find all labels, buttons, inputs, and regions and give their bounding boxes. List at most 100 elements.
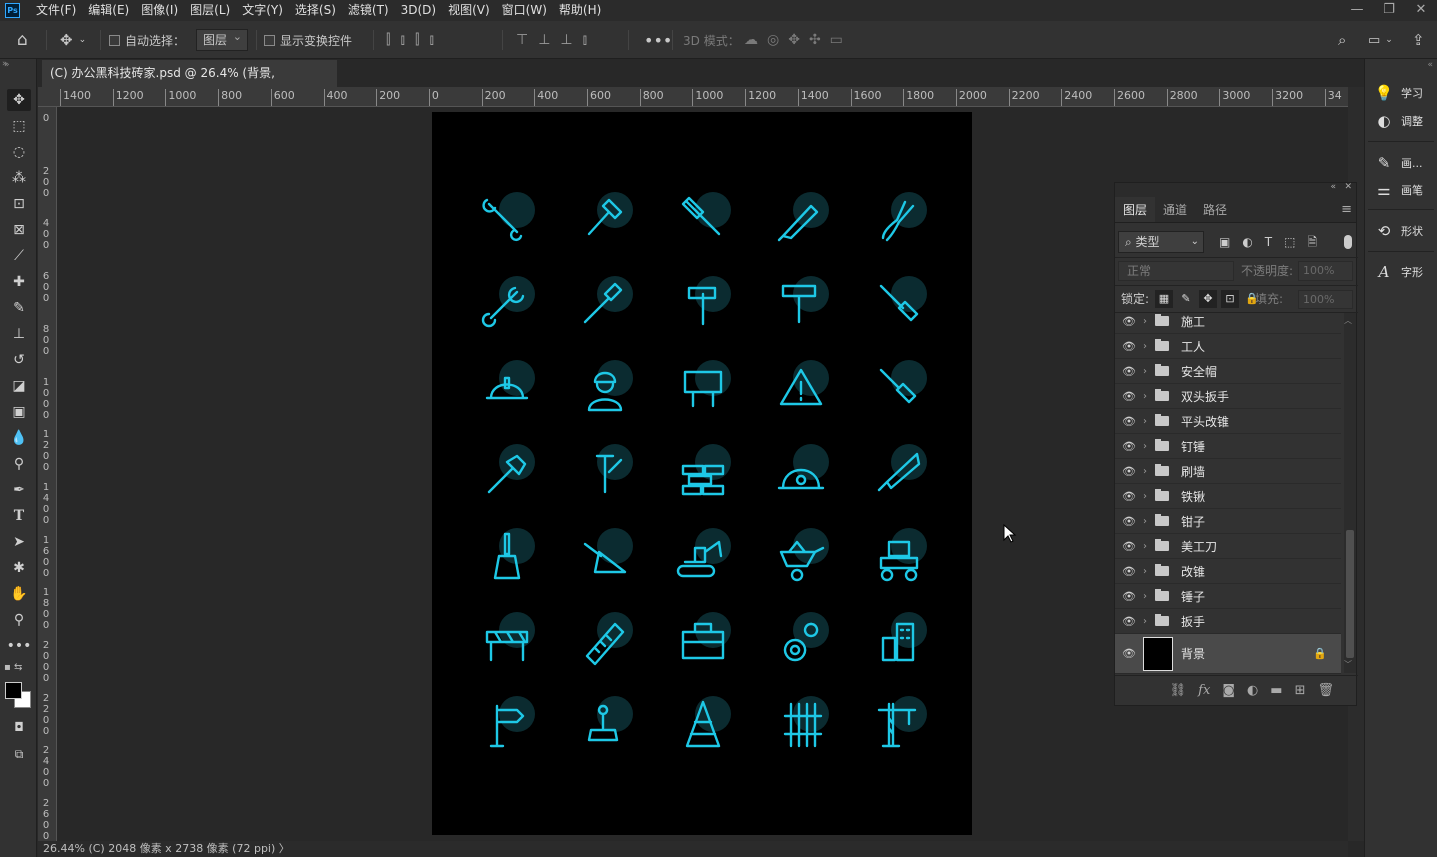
blur-tool-icon[interactable]: 💧 [7,427,31,449]
menu-item[interactable]: 编辑(E) [82,0,135,21]
expand-chevron-icon[interactable]: › [1143,391,1155,402]
filter-toggle[interactable] [1344,235,1352,249]
visibility-eye-icon[interactable]: 👁 [1115,647,1143,660]
adjustment-layer-icon[interactable]: ◐ [1247,683,1258,698]
home-icon[interactable]: ⌂ [17,21,28,59]
close-icon[interactable]: ✕ [1405,0,1437,21]
tab-channels[interactable]: 通道 [1155,197,1195,222]
dock-brushes[interactable]: ⚌ 画笔 [1373,176,1423,204]
3d-mode-icons[interactable]: ☁◎✥✣▭ [744,21,852,59]
menu-item[interactable]: 文字(Y) [236,0,289,21]
gradient-tool-icon[interactable]: ▣ [7,401,31,423]
menu-item[interactable]: 视图(V) [442,0,496,21]
expand-chevron-icon[interactable]: › [1143,616,1155,627]
distribute-buttons[interactable]: ⊤⊥⊥⫾ [516,21,597,59]
visibility-eye-icon[interactable]: 👁 [1115,315,1143,328]
fx-icon[interactable]: fx [1198,683,1210,698]
eraser-icon[interactable]: ◪ [7,375,31,397]
opacity-field[interactable]: 100% [1298,261,1353,281]
stamp-tool-icon[interactable]: ⊥ [7,323,31,345]
toolbar-expand-icon[interactable]: » [2,59,8,69]
more-options-icon[interactable]: ••• [644,21,672,59]
layer-row[interactable]: 👁 › 钳子 [1115,509,1341,534]
foreground-color[interactable] [5,682,22,699]
visibility-eye-icon[interactable]: 👁 [1115,390,1143,403]
lock-position-icon[interactable]: ✥ [1199,290,1217,308]
menu-item[interactable]: 滤镜(T) [342,0,395,21]
menu-item[interactable]: 帮助(H) [553,0,607,21]
new-group-icon[interactable]: ▬ [1270,683,1282,698]
dodge-tool-icon[interactable]: ⚲ [7,453,31,475]
dock-glyphs[interactable]: A 字形 [1373,258,1423,286]
path-select-icon[interactable]: ➤ [7,531,31,553]
search-icon[interactable]: ⌕ [1338,21,1346,59]
shape-tool-icon[interactable]: ✱ [7,557,31,579]
layer-row[interactable]: 👁 › 锤子 [1115,584,1341,609]
layer-row[interactable]: 👁 › 工人 [1115,334,1341,359]
type-tool-icon[interactable]: T [7,505,31,527]
menu-item[interactable]: 图像(I) [135,0,184,21]
layer-row[interactable]: 👁 › 改锥 [1115,559,1341,584]
layer-filter-dropdown[interactable]: ⌕ 类型 ⌄ [1118,231,1204,253]
layer-row[interactable]: 👁 › 铁锹 [1115,484,1341,509]
visibility-eye-icon[interactable]: 👁 [1115,490,1143,503]
layer-row[interactable]: 👁 › 安全帽 [1115,359,1341,384]
expand-chevron-icon[interactable]: › [1143,341,1155,352]
minimize-icon[interactable]: — [1341,0,1373,21]
filter-kind-icons[interactable]: ▣◐T⬚🗎 [1219,231,1329,253]
add-mask-icon[interactable]: ◙ [1222,683,1235,698]
history-brush-icon[interactable]: ↺ [7,349,31,371]
lock-paint-icon[interactable]: ✎ [1177,290,1195,308]
visibility-eye-icon[interactable]: 👁 [1115,415,1143,428]
new-layer-icon[interactable]: ⊞ [1295,683,1306,698]
restore-icon[interactable]: ❐ [1373,0,1405,21]
delete-layer-icon[interactable]: 🗑 [1317,683,1334,698]
screen-mode-icon[interactable]: ⧉ [7,743,31,765]
dock-brush-settings[interactable]: ✎ 画... [1373,149,1423,177]
visibility-eye-icon[interactable]: 👁 [1115,365,1143,378]
visibility-eye-icon[interactable]: 👁 [1115,565,1143,578]
marquee-tool-icon[interactable]: ⬚ [7,115,31,137]
dock-adjustments[interactable]: ◐ 调整 [1373,107,1423,135]
panel-collapse-icon[interactable]: « [1330,182,1336,192]
lock-transparent-icon[interactable]: ▦ [1155,290,1173,308]
menu-item[interactable]: 3D(D) [395,0,442,21]
visibility-eye-icon[interactable]: 👁 [1115,615,1143,628]
visibility-eye-icon[interactable]: 👁 [1115,590,1143,603]
expand-chevron-icon[interactable]: › [1143,441,1155,452]
expand-chevron-icon[interactable]: › [1143,591,1155,602]
dock-learn[interactable]: 💡 学习 [1373,79,1423,107]
panel-close-icon[interactable]: ✕ [1344,182,1352,192]
menu-item[interactable]: 窗口(W) [496,0,553,21]
lock-artboard-icon[interactable]: ⊡ [1221,290,1239,308]
layer-row[interactable]: 👁 › 平头改锥 [1115,409,1341,434]
show-transform-checkbox[interactable]: 显示变换控件 [264,21,352,59]
brush-tool-icon[interactable]: ✎ [7,297,31,319]
magic-wand-icon[interactable]: ⁂ [7,167,31,189]
workspace-icon[interactable]: ▭ ⌄ [1368,21,1393,59]
default-colors-icon[interactable]: ▪ ⇆ [4,662,22,673]
eyedropper-icon[interactable]: ⟋ [7,245,31,267]
visibility-eye-icon[interactable]: 👁 [1115,465,1143,478]
layer-row[interactable]: 👁 › 双头扳手 [1115,384,1341,409]
dock-shapes[interactable]: ⟲ 形状 [1373,217,1423,245]
layer-row[interactable]: 👁 › 施工 [1115,309,1341,334]
visibility-eye-icon[interactable]: 👁 [1115,515,1143,528]
lock-buttons[interactable]: ▦ ✎ ✥ ⊡ 🔒 [1155,290,1261,308]
dock-collapse-icon[interactable]: « [1427,60,1433,70]
layer-row[interactable]: 👁 › 扳手 [1115,609,1341,634]
document-canvas[interactable] [432,112,972,835]
expand-chevron-icon[interactable]: › [1143,566,1155,577]
share-icon[interactable]: ⇪ [1412,21,1425,59]
auto-select-dropdown[interactable]: 图层 [196,29,249,51]
menu-item[interactable]: 文件(F) [30,0,82,21]
lasso-tool-icon[interactable]: ◌ [7,141,31,163]
auto-select-checkbox[interactable]: 自动选择： [109,21,185,59]
healing-brush-icon[interactable]: ✚ [7,271,31,293]
quick-mask-icon[interactable]: ◘ [7,716,31,738]
move-tool-icon[interactable]: ✥ [7,89,31,111]
hand-tool-icon[interactable]: ✋ [7,583,31,605]
crop-tool-icon[interactable]: ⊡ [7,193,31,215]
move-tool-preset-icon[interactable]: ✥ ⌄ [60,21,86,59]
layer-row[interactable]: 👁 › 钉锤 [1115,434,1341,459]
